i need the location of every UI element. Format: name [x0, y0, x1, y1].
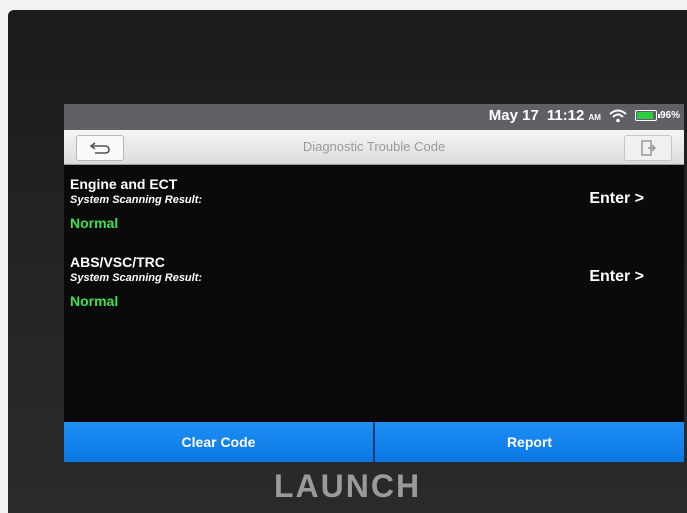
system-item-engine[interactable]: Engine and ECT System Scanning Result: N… — [64, 176, 684, 256]
system-subtitle: System Scanning Result: — [70, 194, 203, 206]
battery-indicator: 96% — [634, 110, 680, 121]
screen: May 17 11:12 AM 96% Diagnostic Trouble C… — [64, 104, 684, 462]
battery-icon — [634, 110, 660, 121]
battery-fill — [636, 112, 653, 119]
status-ampm: AM — [588, 113, 601, 122]
bottom-action-bar: Clear Code Report — [64, 422, 684, 462]
page-title: Diagnostic Trouble Code — [302, 139, 446, 154]
system-item-abs[interactable]: ABS/VSC/TRC System Scanning Result: Norm… — [64, 254, 684, 334]
brand-logo: LAUNCH — [273, 468, 422, 504]
exit-icon — [641, 140, 656, 156]
status-time-value: 11:12 — [546, 107, 585, 124]
device-frame: May 17 11:12 AM 96% Diagnostic Trouble C… — [8, 10, 687, 513]
system-subtitle: System Scanning Result: — [70, 272, 203, 284]
battery-percent: 96% — [659, 110, 680, 121]
report-button[interactable]: Report — [373, 422, 684, 462]
title-bar: Diagnostic Trouble Code — [64, 130, 684, 165]
wifi-icon — [609, 109, 627, 122]
enter-button[interactable]: Enter > — [589, 190, 644, 208]
status-bar: May 17 11:12 AM 96% — [64, 104, 684, 130]
clear-code-button[interactable]: Clear Code — [64, 422, 373, 462]
system-name: ABS/VSC/TRC — [70, 254, 165, 270]
system-status: Normal — [70, 215, 119, 231]
status-date: May 17 — [488, 107, 539, 124]
enter-button[interactable]: Enter > — [589, 268, 644, 286]
status-indicators: May 17 11:12 AM 96% — [489, 107, 680, 124]
exit-button[interactable] — [624, 135, 672, 161]
system-status: Normal — [70, 293, 119, 309]
system-name: Engine and ECT — [70, 176, 178, 192]
system-list: Engine and ECT System Scanning Result: N… — [64, 166, 684, 410]
status-time: 11:12 AM — [547, 107, 601, 124]
battery-tip — [657, 114, 660, 118]
